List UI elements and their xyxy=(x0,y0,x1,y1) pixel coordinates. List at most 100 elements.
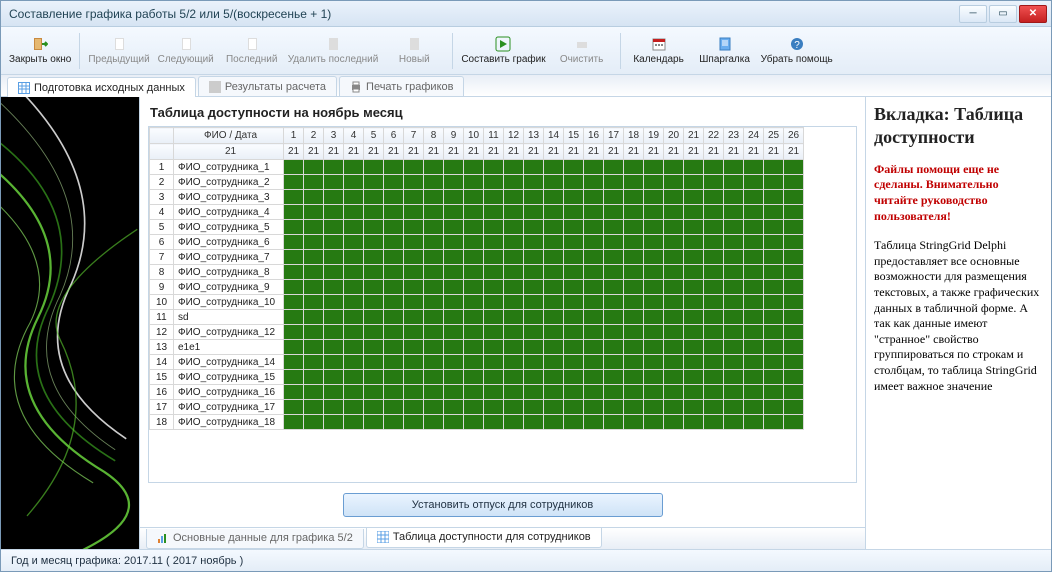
availability-cell[interactable] xyxy=(304,205,324,220)
availability-cell[interactable] xyxy=(424,400,444,415)
availability-cell[interactable] xyxy=(344,370,364,385)
availability-cell[interactable] xyxy=(784,205,804,220)
availability-cell[interactable] xyxy=(704,295,724,310)
availability-cell[interactable] xyxy=(464,265,484,280)
availability-cell[interactable] xyxy=(364,280,384,295)
availability-cell[interactable] xyxy=(504,220,524,235)
availability-cell[interactable] xyxy=(664,220,684,235)
availability-cell[interactable] xyxy=(684,310,704,325)
availability-cell[interactable] xyxy=(544,235,564,250)
availability-cell[interactable] xyxy=(644,190,664,205)
availability-cell[interactable] xyxy=(384,355,404,370)
availability-cell[interactable] xyxy=(464,310,484,325)
availability-cell[interactable] xyxy=(464,325,484,340)
availability-cell[interactable] xyxy=(644,220,664,235)
availability-cell[interactable] xyxy=(444,235,464,250)
availability-cell[interactable] xyxy=(664,205,684,220)
availability-cell[interactable] xyxy=(564,235,584,250)
tab-bottom-avail[interactable]: Таблица доступности для сотрудников xyxy=(366,528,602,548)
availability-cell[interactable] xyxy=(664,370,684,385)
availability-cell[interactable] xyxy=(644,265,664,280)
availability-cell[interactable] xyxy=(364,220,384,235)
availability-cell[interactable] xyxy=(504,160,524,175)
availability-cell[interactable] xyxy=(664,415,684,430)
availability-cell[interactable] xyxy=(484,205,504,220)
availability-cell[interactable] xyxy=(464,235,484,250)
availability-cell[interactable] xyxy=(704,370,724,385)
availability-cell[interactable] xyxy=(684,235,704,250)
availability-cell[interactable] xyxy=(704,385,724,400)
availability-cell[interactable] xyxy=(444,325,464,340)
availability-cell[interactable] xyxy=(404,400,424,415)
availability-cell[interactable] xyxy=(544,325,564,340)
column-header-day[interactable]: 13 xyxy=(524,128,544,144)
availability-cell[interactable] xyxy=(564,250,584,265)
availability-cell[interactable] xyxy=(684,295,704,310)
availability-cell[interactable] xyxy=(624,340,644,355)
table-row[interactable]: 17ФИО_сотрудника_17 xyxy=(150,400,804,415)
availability-cell[interactable] xyxy=(364,310,384,325)
column-header-day[interactable]: 11 xyxy=(484,128,504,144)
availability-cell[interactable] xyxy=(644,415,664,430)
availability-cell[interactable] xyxy=(424,190,444,205)
availability-cell[interactable] xyxy=(524,385,544,400)
availability-cell[interactable] xyxy=(304,295,324,310)
availability-cell[interactable] xyxy=(344,415,364,430)
toolbar-compose[interactable]: Составить график xyxy=(461,29,545,73)
column-header-fio[interactable]: ФИО / Дата xyxy=(174,128,284,144)
availability-cell[interactable] xyxy=(664,280,684,295)
table-row[interactable]: 4ФИО_сотрудника_4 xyxy=(150,205,804,220)
toolbar-last[interactable]: Последний xyxy=(222,29,282,73)
availability-cell[interactable] xyxy=(584,370,604,385)
availability-cell[interactable] xyxy=(364,385,384,400)
availability-cell[interactable] xyxy=(464,400,484,415)
availability-cell[interactable] xyxy=(384,370,404,385)
availability-cell[interactable] xyxy=(604,280,624,295)
availability-cell[interactable] xyxy=(404,340,424,355)
availability-cell[interactable] xyxy=(724,355,744,370)
availability-cell[interactable] xyxy=(604,310,624,325)
availability-cell[interactable] xyxy=(584,355,604,370)
availability-cell[interactable] xyxy=(604,400,624,415)
tab-prepare[interactable]: Подготовка исходных данных xyxy=(7,77,196,97)
availability-cell[interactable] xyxy=(504,385,524,400)
availability-cell[interactable] xyxy=(504,250,524,265)
availability-cell[interactable] xyxy=(664,160,684,175)
availability-cell[interactable] xyxy=(284,175,304,190)
availability-cell[interactable] xyxy=(424,310,444,325)
availability-cell[interactable] xyxy=(444,190,464,205)
availability-cell[interactable] xyxy=(764,250,784,265)
employee-name-cell[interactable]: ФИО_сотрудника_7 xyxy=(174,250,284,265)
availability-cell[interactable] xyxy=(384,250,404,265)
availability-cell[interactable] xyxy=(444,280,464,295)
availability-cell[interactable] xyxy=(744,280,764,295)
employee-name-cell[interactable]: ФИО_сотрудника_14 xyxy=(174,355,284,370)
availability-cell[interactable] xyxy=(764,235,784,250)
availability-cell[interactable] xyxy=(704,265,724,280)
table-row[interactable]: 18ФИО_сотрудника_18 xyxy=(150,415,804,430)
availability-cell[interactable] xyxy=(664,385,684,400)
availability-cell[interactable] xyxy=(584,250,604,265)
availability-cell[interactable] xyxy=(324,280,344,295)
availability-cell[interactable] xyxy=(344,280,364,295)
availability-cell[interactable] xyxy=(644,355,664,370)
availability-cell[interactable] xyxy=(744,295,764,310)
availability-cell[interactable] xyxy=(784,340,804,355)
availability-cell[interactable] xyxy=(284,355,304,370)
availability-cell[interactable] xyxy=(344,175,364,190)
availability-cell[interactable] xyxy=(364,235,384,250)
availability-cell[interactable] xyxy=(644,385,664,400)
availability-cell[interactable] xyxy=(644,340,664,355)
availability-cell[interactable] xyxy=(364,340,384,355)
availability-cell[interactable] xyxy=(484,385,504,400)
availability-cell[interactable] xyxy=(404,325,424,340)
availability-cell[interactable] xyxy=(324,205,344,220)
availability-cell[interactable] xyxy=(344,220,364,235)
availability-cell[interactable] xyxy=(704,220,724,235)
availability-cell[interactable] xyxy=(304,190,324,205)
availability-cell[interactable] xyxy=(524,325,544,340)
toolbar-calendar[interactable]: Календарь xyxy=(629,29,689,73)
availability-cell[interactable] xyxy=(624,280,644,295)
tab-print[interactable]: Печать графиков xyxy=(339,76,464,96)
availability-cell[interactable] xyxy=(764,400,784,415)
